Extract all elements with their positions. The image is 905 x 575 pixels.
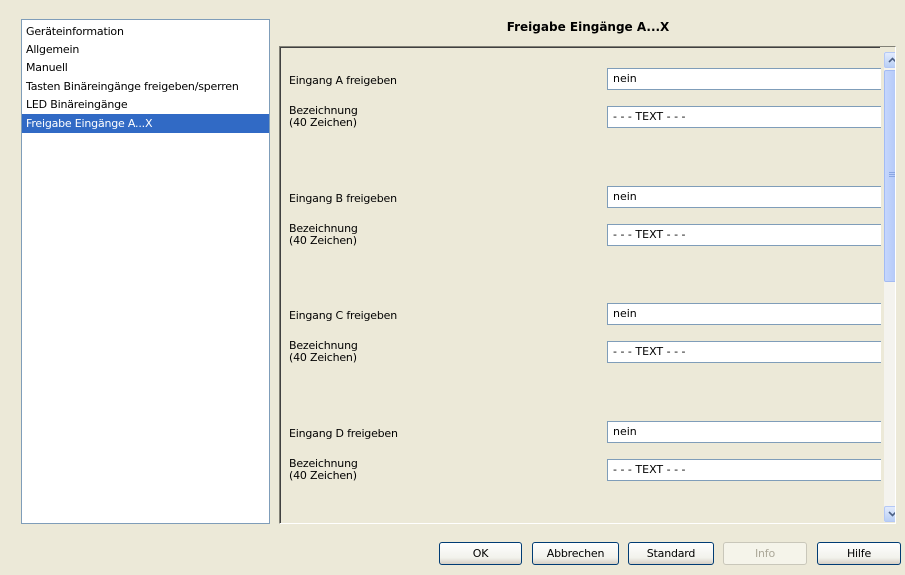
name-value-a: - - - TEXT - - -: [613, 110, 686, 123]
nav-item-tasten-binaereingaenge[interactable]: Tasten Binäreingänge freigeben/sperren: [22, 77, 269, 96]
enable-select-b[interactable]: nein: [607, 186, 881, 208]
nav-item-geraeteinformation[interactable]: Geräteinformation: [22, 22, 269, 41]
nav-item-led-binaereingaenge[interactable]: LED Binäreingänge: [22, 96, 269, 114]
enable-label-a: Eingang A freigeben: [289, 74, 397, 87]
grip-icon: [889, 172, 895, 179]
name-input-c[interactable]: - - - TEXT - - -: [607, 341, 881, 363]
enable-label-b: Eingang B freigeben: [289, 192, 397, 205]
input-group-d: Eingang D freigeben nein Bezeichnung (40…: [289, 415, 881, 523]
enable-label-c: Eingang C freigeben: [289, 309, 397, 322]
input-group-c: Eingang C freigeben nein Bezeichnung (40…: [289, 297, 881, 407]
parameter-panel-frame: Eingang A freigeben nein Bezeichnung (40…: [280, 47, 881, 523]
input-group-a: Eingang A freigeben nein Bezeichnung (40…: [289, 62, 881, 172]
enable-value-c: nein: [613, 307, 637, 320]
help-button[interactable]: Hilfe: [817, 542, 901, 565]
input-group-b: Eingang B freigeben nein Bezeichnung (40…: [289, 180, 881, 290]
enable-value-b: nein: [613, 190, 637, 203]
name-hint-a: (40 Zeichen): [289, 116, 357, 129]
default-button[interactable]: Standard: [628, 542, 714, 565]
name-input-d[interactable]: - - - TEXT - - -: [607, 459, 881, 481]
info-button[interactable]: Info: [723, 542, 807, 565]
scroll-up-button[interactable]: [884, 52, 895, 68]
enable-select-a[interactable]: nein: [607, 68, 881, 90]
scroll-down-button[interactable]: [884, 506, 895, 522]
parameter-scroll-area: Eingang A freigeben nein Bezeichnung (40…: [281, 48, 881, 523]
name-value-b: - - - TEXT - - -: [613, 228, 686, 241]
cancel-button[interactable]: Abbrechen: [532, 542, 619, 565]
enable-select-c[interactable]: nein: [607, 303, 881, 325]
parameter-navigation-list: Geräteinformation Allgemein Manuell Tast…: [21, 19, 270, 524]
enable-value-d: nein: [613, 425, 637, 438]
enable-label-d: Eingang D freigeben: [289, 427, 398, 440]
name-hint-d: (40 Zeichen): [289, 469, 357, 482]
nav-item-manuell[interactable]: Manuell: [22, 59, 269, 77]
enable-value-a: nein: [613, 72, 637, 85]
page-title: Freigabe Eingänge A...X: [506, 20, 670, 34]
name-input-b[interactable]: - - - TEXT - - -: [607, 224, 881, 246]
scroll-thumb[interactable]: [884, 70, 895, 282]
enable-select-d[interactable]: nein: [607, 421, 881, 443]
parameter-panel: Eingang A freigeben nein Bezeichnung (40…: [279, 46, 896, 524]
nav-item-allgemein[interactable]: Allgemein: [22, 41, 269, 59]
name-value-c: - - - TEXT - - -: [613, 345, 686, 358]
name-input-a[interactable]: - - - TEXT - - -: [607, 106, 881, 128]
ok-button[interactable]: OK: [439, 542, 522, 565]
name-hint-b: (40 Zeichen): [289, 234, 357, 247]
name-hint-c: (40 Zeichen): [289, 351, 357, 364]
chevron-up-icon: [887, 57, 895, 63]
nav-item-freigabe-eingaenge[interactable]: Freigabe Eingänge A...X: [22, 114, 269, 133]
vertical-scrollbar[interactable]: [884, 52, 895, 522]
name-value-d: - - - TEXT - - -: [613, 463, 686, 476]
chevron-down-icon: [887, 511, 895, 517]
